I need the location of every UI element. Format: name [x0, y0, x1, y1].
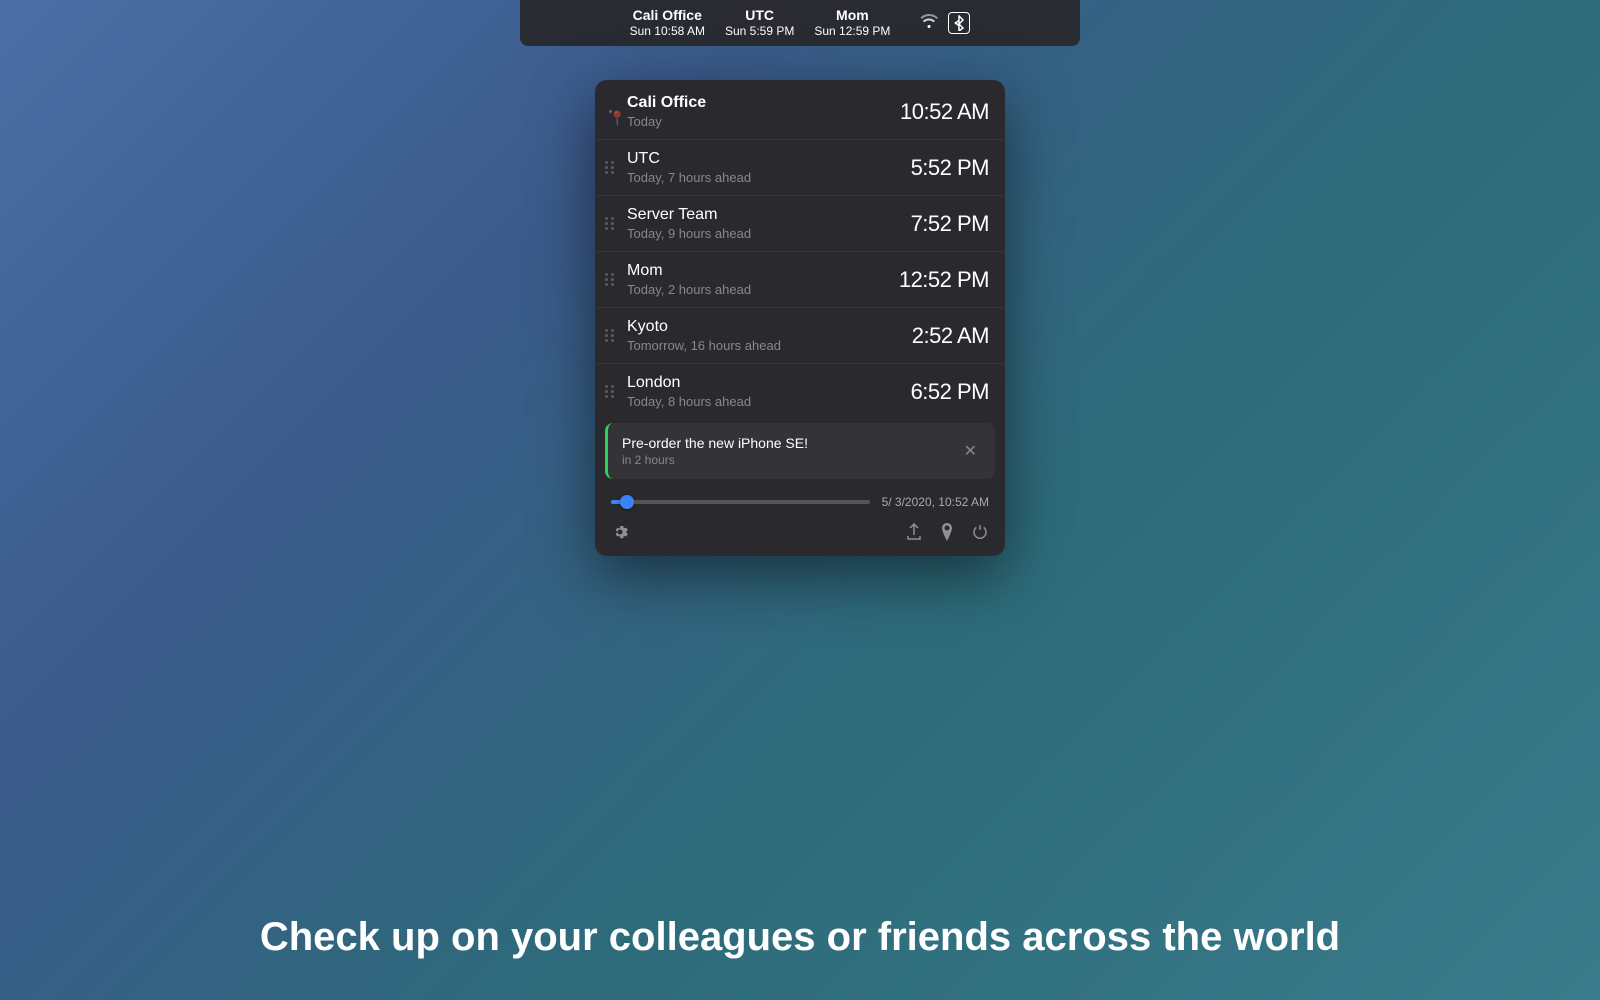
drag-handle-mom — [603, 273, 617, 286]
tz-name-cali: Cali Office — [627, 94, 706, 112]
notification-banner: Pre-order the new iPhone SE! in 2 hours … — [605, 423, 995, 479]
tz-info-mom: Mom Today, 2 hours ahead — [627, 262, 751, 297]
tz-name-mom: Mom — [627, 262, 751, 280]
tz-sub-kyoto: Tomorrow, 16 hours ahead — [627, 338, 781, 353]
tz-content-london: London Today, 8 hours ahead 6:52 PM — [627, 374, 989, 409]
tz-info-kyoto: Kyoto Tomorrow, 16 hours ahead — [627, 318, 781, 353]
drag-handle-cali: 📍 — [603, 110, 617, 113]
drag-handle-london — [603, 385, 617, 398]
wifi-icon — [918, 11, 940, 34]
timezone-item-london[interactable]: London Today, 8 hours ahead 6:52 PM — [595, 364, 1005, 419]
tz-info-utc: UTC Today, 7 hours ahead — [627, 150, 751, 185]
menubar-utc-sub: Sun 5:59 PM — [725, 24, 794, 40]
bluetooth-icon — [948, 12, 970, 34]
notification-title: Pre-order the new iPhone SE! — [622, 435, 960, 451]
menubar-mom-label: Mom — [836, 6, 869, 24]
timezone-item-kyoto[interactable]: Kyoto Tomorrow, 16 hours ahead 2:52 AM — [595, 308, 1005, 364]
menubar-cali-office[interactable]: Cali Office Sun 10:58 AM — [630, 6, 705, 40]
bottom-toolbar — [595, 513, 1005, 556]
toolbar-right-group — [905, 523, 989, 546]
tz-content-cali: Cali Office Today 10:52 AM — [627, 94, 989, 129]
tz-sub-utc: Today, 7 hours ahead — [627, 170, 751, 185]
tz-time-kyoto: 2:52 AM — [912, 323, 989, 349]
timezone-popup: 📍 Cali Office Today 10:52 AM UTC Toda — [595, 80, 1005, 556]
tz-name-london: London — [627, 374, 751, 392]
notification-subtitle: in 2 hours — [622, 453, 960, 467]
tz-name-utc: UTC — [627, 150, 751, 168]
timezone-item-cali[interactable]: 📍 Cali Office Today 10:52 AM — [595, 84, 1005, 140]
tz-time-cali: 10:52 AM — [900, 99, 989, 125]
tz-content-server: Server Team Today, 9 hours ahead 7:52 PM — [627, 206, 989, 241]
share-button[interactable] — [905, 523, 923, 546]
settings-button[interactable] — [611, 523, 629, 546]
tz-info-london: London Today, 8 hours ahead — [627, 374, 751, 409]
notification-close-button[interactable]: ✕ — [960, 437, 981, 465]
menubar-mom-sub: Sun 12:59 PM — [814, 24, 890, 40]
tz-sub-cali: Today — [627, 114, 706, 129]
time-slider[interactable] — [611, 500, 870, 504]
timezone-item-utc[interactable]: UTC Today, 7 hours ahead 5:52 PM — [595, 140, 1005, 196]
slider-date: 5/ 3/2020, 10:52 AM — [882, 495, 989, 509]
menubar-utc-label: UTC — [745, 6, 774, 24]
drag-handle-server — [603, 217, 617, 230]
timezone-item-mom[interactable]: Mom Today, 2 hours ahead 12:52 PM — [595, 252, 1005, 308]
drag-handle-utc — [603, 161, 617, 174]
pin-button[interactable] — [939, 523, 955, 546]
marketing-text: Check up on your colleagues or friends a… — [0, 915, 1600, 960]
tz-name-kyoto: Kyoto — [627, 318, 781, 336]
tz-content-kyoto: Kyoto Tomorrow, 16 hours ahead 2:52 AM — [627, 318, 989, 353]
tz-time-server: 7:52 PM — [911, 211, 989, 237]
tz-info-server: Server Team Today, 9 hours ahead — [627, 206, 751, 241]
timezone-item-server[interactable]: Server Team Today, 9 hours ahead 7:52 PM — [595, 196, 1005, 252]
menubar-utc[interactable]: UTC Sun 5:59 PM — [725, 6, 794, 40]
tz-time-mom: 12:52 PM — [899, 267, 989, 293]
notification-content: Pre-order the new iPhone SE! in 2 hours — [622, 435, 960, 467]
tz-sub-server: Today, 9 hours ahead — [627, 226, 751, 241]
tz-sub-london: Today, 8 hours ahead — [627, 394, 751, 409]
menubar-cali-label: Cali Office — [633, 6, 702, 24]
tz-time-london: 6:52 PM — [911, 379, 989, 405]
timezone-list: 📍 Cali Office Today 10:52 AM UTC Toda — [595, 80, 1005, 423]
pin-location-icon: 📍 — [609, 110, 612, 113]
menubar-status-icons — [918, 11, 970, 34]
time-slider-area: 5/ 3/2020, 10:52 AM — [595, 487, 1005, 513]
menubar-cali-sub: Sun 10:58 AM — [630, 24, 705, 40]
tz-name-server: Server Team — [627, 206, 751, 224]
drag-handle-kyoto — [603, 329, 617, 342]
menu-bar: Cali Office Sun 10:58 AM UTC Sun 5:59 PM… — [520, 0, 1080, 46]
power-button[interactable] — [971, 523, 989, 546]
toolbar-left-group — [611, 523, 629, 546]
slider-thumb[interactable] — [620, 495, 634, 509]
tz-info-cali: Cali Office Today — [627, 94, 706, 129]
tz-sub-mom: Today, 2 hours ahead — [627, 282, 751, 297]
tz-content-utc: UTC Today, 7 hours ahead 5:52 PM — [627, 150, 989, 185]
menubar-mom[interactable]: Mom Sun 12:59 PM — [814, 6, 890, 40]
tz-content-mom: Mom Today, 2 hours ahead 12:52 PM — [627, 262, 989, 297]
tz-time-utc: 5:52 PM — [911, 155, 989, 181]
